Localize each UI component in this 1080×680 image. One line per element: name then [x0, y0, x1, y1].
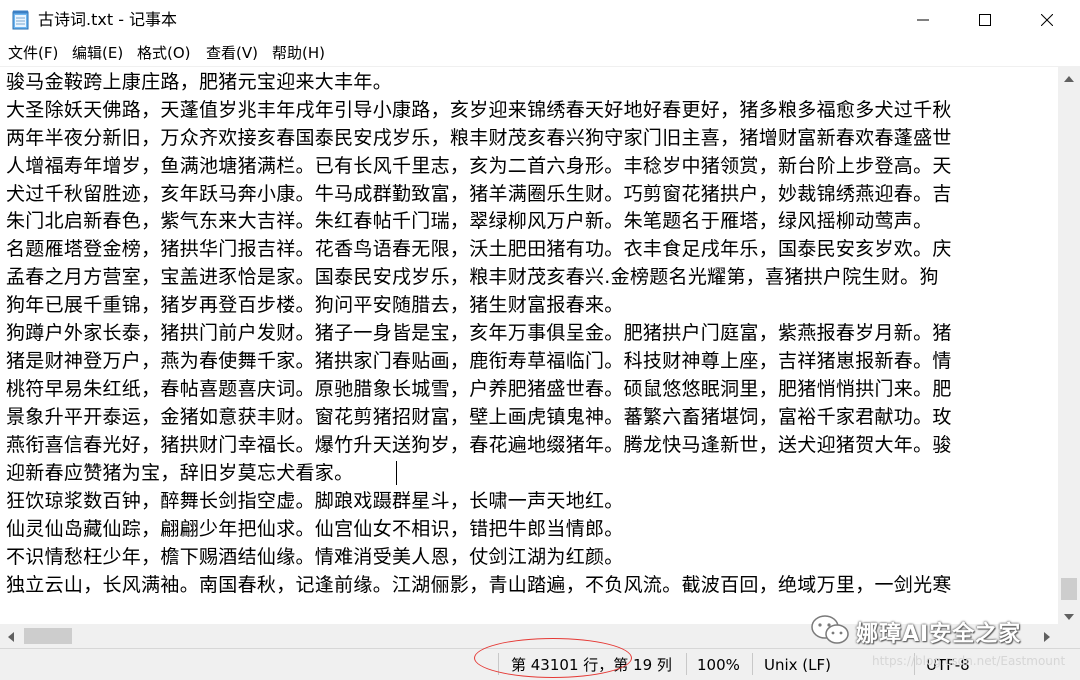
minimize-icon [917, 11, 929, 30]
watermark-text: 娜璋AI安全之家 [856, 622, 1022, 647]
text-line: 狂饮琼浆数百钟，醉舞长剑指空虚。脚踉戏蹑群星斗，长啸一声天地红。 [6, 490, 624, 512]
scroll-down-button[interactable] [1058, 604, 1080, 624]
menu-bar: 文件(F) 编辑(E) 格式(O) 查看(V) 帮助(H) [0, 40, 1080, 66]
text-line: 迎新春应赞猪为宝，辞旧岁莫忘犬看家。 [6, 462, 354, 484]
text-line: 独立云山，长风满袖。南国春秋，记逢前缘。江湖俪影，青山踏遍，不负风流。截波百回，… [6, 574, 952, 596]
close-icon [1040, 11, 1054, 30]
window-title: 古诗词.txt - 记事本 [38, 10, 178, 29]
text-line: 人增福寿年增岁，鱼满池塘猪满栏。已有长风千里志，亥为二首六身形。丰稔岁中猪领赏，… [6, 155, 952, 177]
chevron-down-icon [1064, 605, 1074, 624]
menu-file[interactable]: 文件(F) [8, 43, 58, 63]
text-caret [396, 461, 397, 485]
text-line: 桃符早易朱红纸，春帖喜题喜庆词。原驰腊象长城雪，户养肥猪盛世春。硕鼠悠悠眠洞里，… [6, 378, 952, 400]
menu-format[interactable]: 格式(O) [137, 43, 191, 63]
status-divider [752, 653, 753, 675]
text-line: 犬过千秋留胜迹，亥年跃马奔小康。牛马成群勤致富，猪羊满圈乐生财。巧剪窗花猪拱户，… [6, 183, 952, 205]
status-divider [686, 653, 687, 675]
vertical-scroll-thumb[interactable] [1061, 578, 1077, 600]
text-line: 骏马金鞍跨上康庄路，肥猪元宝迎来大丰年。 [6, 71, 393, 93]
chevron-up-icon [1064, 67, 1074, 86]
text-editor[interactable]: 骏马金鞍跨上康庄路，肥猪元宝迎来大丰年。 大圣除妖天佛路，天蓬值岁兆丰年戌年引导… [0, 66, 1058, 625]
wechat-icon [810, 613, 850, 651]
watermark-url: https://blog.csdn.net/Eastmount [872, 654, 1066, 668]
maximize-button[interactable] [954, 0, 1016, 40]
text-line: 大圣除妖天佛路，天蓬值岁兆丰年戌年引导小康路，亥岁迎来锦绣春天好地好春更好，猪多… [6, 99, 952, 121]
chevron-left-icon [8, 627, 14, 646]
scrollbar-corner [1058, 624, 1080, 648]
menu-view[interactable]: 查看(V) [206, 43, 258, 63]
line-ending: Unix (LF) [764, 656, 831, 674]
minimize-button[interactable] [892, 0, 954, 40]
zoom-level: 100% [697, 656, 740, 674]
text-line: 狗蹲户外家长泰，猪拱门前户发财。猪子一身皆是宝，亥年万事俱呈金。肥猪拱户门庭富，… [6, 322, 952, 344]
scroll-up-button[interactable] [1058, 66, 1080, 86]
text-line: 景象升平开泰运，金猪如意获丰财。窗花剪猪招财富，壁上画虎镇鬼神。蕃繁六畜猪堪饲，… [6, 406, 952, 428]
menu-edit[interactable]: 编辑(E) [72, 43, 123, 63]
text-line: 两年半夜分新旧，万众齐欢接亥春国泰民安戌岁乐，粮丰财茂亥春兴狗守家门旧主喜，猪增… [6, 127, 952, 149]
title-bar[interactable]: 古诗词.txt - 记事本 [0, 0, 1080, 40]
close-button[interactable] [1016, 0, 1078, 40]
text-line: 不识情愁枉少年，檐下赐酒结仙缘。情难消受美人恩，仗剑江湖为红颜。 [6, 546, 624, 568]
highlight-annotation [474, 638, 632, 678]
text-line: 狗年已展千重锦，猪岁再登百步楼。狗问平安随腊去，猪生财富报春来。 [6, 294, 624, 316]
watermark: 娜璋AI安全之家 [810, 612, 1060, 652]
scroll-left-button[interactable] [0, 624, 22, 648]
text-line: 朱门北启新春色，紫气东来大吉祥。朱红春帖千门瑞，翠绿柳风万户新。朱笔题名于雁塔，… [6, 210, 933, 232]
menu-help[interactable]: 帮助(H) [272, 43, 325, 63]
text-line: 燕衔喜信春光好，猪拱财门幸福长。爆竹升天送狗岁，春花遍地缀猪年。腾龙快马逢新世，… [6, 434, 952, 456]
text-line: 仙灵仙岛藏仙踪，翩翩少年把仙求。仙宫仙女不相识，错把牛郎当情郎。 [6, 518, 624, 540]
notepad-window: 古诗词.txt - 记事本 文件(F) 编辑(E) 格式(O) 查看(V) 帮助… [0, 0, 1080, 680]
text-line: 名题雁塔登金榜，猪拱华门报吉祥。花香鸟语春无限，沃土肥田猪有功。衣丰食足戌年乐，… [6, 238, 952, 260]
maximize-icon [979, 11, 991, 30]
notepad-icon [12, 10, 30, 30]
text-line: 猪是财神登万户，燕为春使舞千家。猪拱家门春贴画，鹿衔寿草福临门。科技财神尊上座，… [6, 350, 952, 372]
text-line: 孟春之月方营室，宝盖进豕恰是家。国泰民安戌岁乐，粮丰财茂亥春兴.金榜题名光耀第，… [6, 266, 939, 288]
vertical-scrollbar[interactable] [1058, 66, 1080, 624]
horizontal-scroll-thumb[interactable] [24, 628, 72, 644]
